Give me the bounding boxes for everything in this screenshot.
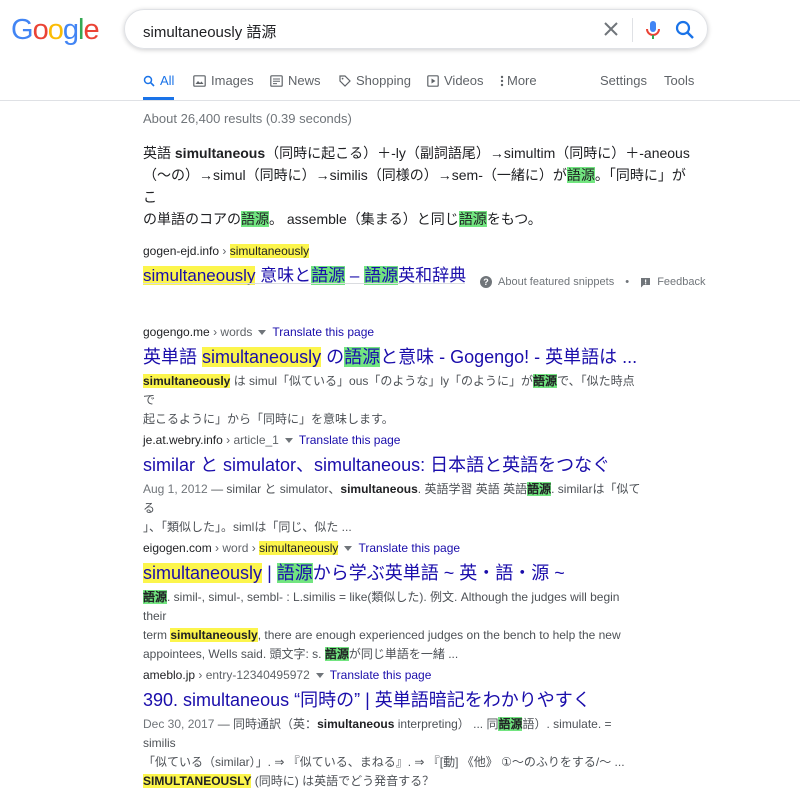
- result-cite[interactable]: ameblo.jp › entry-12340495972 Translate t…: [143, 668, 643, 682]
- microphone-icon[interactable]: [643, 19, 663, 41]
- translate-link[interactable]: Translate this page: [330, 668, 432, 682]
- snippet-divider: [143, 283, 465, 284]
- tab-news[interactable]: News: [270, 73, 321, 100]
- tag-icon: [339, 75, 351, 87]
- result-cite[interactable]: gogengo.me › words Translate this page: [143, 325, 643, 339]
- result-snippet: Dec 30, 2017 — 同時通訳（英：simultaneous inter…: [143, 717, 625, 788]
- translate-link[interactable]: Translate this page: [272, 325, 374, 339]
- search-icon: [143, 75, 155, 87]
- result-title-link[interactable]: simultaneously | 語源から学ぶ英単語 ~ 英・語・源 ~: [143, 561, 643, 585]
- tab-images[interactable]: Images: [193, 73, 254, 100]
- result-snippet: simultaneously は simul「似ている」ous「のような」ly「…: [143, 374, 635, 426]
- help-icon: ?: [480, 276, 492, 288]
- feedback-link[interactable]: Feedback: [640, 276, 706, 288]
- snippet-cite[interactable]: gogen-ejd.info › simultaneously: [143, 243, 695, 259]
- result-cite[interactable]: je.at.webry.info › article_1 Translate th…: [143, 433, 643, 447]
- result-title-link[interactable]: 英単語 simultaneously の語源と意味 - Gogengo! - 英…: [143, 345, 643, 369]
- play-icon: [427, 75, 439, 87]
- news-icon: [270, 75, 283, 87]
- search-box[interactable]: simultaneously 語源: [124, 9, 708, 49]
- about-featured-snippets-link[interactable]: ? About featured snippets: [480, 276, 617, 288]
- search-input[interactable]: simultaneously 語源: [143, 21, 276, 42]
- tab-tools[interactable]: Tools: [664, 73, 694, 100]
- search-result: je.at.webry.info › article_1 Translate th…: [143, 433, 643, 537]
- result-stats: About 26,400 results (0.39 seconds): [143, 111, 352, 126]
- tab-videos[interactable]: Videos: [427, 73, 484, 100]
- result-snippet: Aug 1, 2012 — similar と simulator、simult…: [143, 482, 641, 534]
- google-logo[interactable]: Google: [11, 14, 100, 47]
- tab-all[interactable]: All: [143, 73, 175, 100]
- result-snippet: 語源. simil-, simul-, sembl- : L.similis =…: [143, 590, 621, 661]
- dropdown-arrow-icon[interactable]: [315, 673, 324, 678]
- snippet-text: 英語 simultaneous（同時に起こる）＋-ly（副詞語尾）→simult…: [143, 145, 690, 227]
- search-result: eigogen.com › word › simultaneously Trans…: [143, 541, 643, 664]
- translate-link[interactable]: Translate this page: [358, 541, 460, 555]
- feedback-icon: [641, 278, 651, 288]
- featured-snippet: 英語 simultaneous（同時に起こる）＋-ly（副詞語尾）→simult…: [143, 142, 695, 288]
- result-title-link[interactable]: 390. simultaneous “同時の” | 英単語暗記をわかりやすく: [143, 688, 643, 712]
- result-title-link[interactable]: similar と simulator、simultaneous: 日本語と英語…: [143, 453, 643, 477]
- search-result: gogengo.me › words Translate this page 英単…: [143, 325, 643, 429]
- result-cite[interactable]: eigogen.com › word › simultaneously Trans…: [143, 541, 643, 555]
- search-result: ameblo.jp › entry-12340495972 Translate t…: [143, 668, 643, 791]
- image-icon: [193, 75, 206, 87]
- close-icon[interactable]: [599, 17, 623, 41]
- dropdown-arrow-icon[interactable]: [344, 546, 353, 551]
- search-divider: [632, 18, 633, 42]
- tab-settings[interactable]: Settings: [600, 73, 647, 100]
- tab-more[interactable]: More: [500, 73, 537, 100]
- dropdown-arrow-icon[interactable]: [284, 438, 293, 443]
- svg-text:?: ?: [483, 277, 489, 287]
- snippet-footer: ? About featured snippets • Feedback: [480, 276, 706, 288]
- dropdown-arrow-icon[interactable]: [258, 330, 267, 335]
- header: Google simultaneously 語源 All Images News…: [0, 0, 800, 101]
- translate-link[interactable]: Translate this page: [299, 433, 401, 447]
- search-icon[interactable]: [674, 19, 696, 41]
- tab-shopping[interactable]: Shopping: [339, 73, 411, 100]
- more-vert-icon: [500, 75, 504, 87]
